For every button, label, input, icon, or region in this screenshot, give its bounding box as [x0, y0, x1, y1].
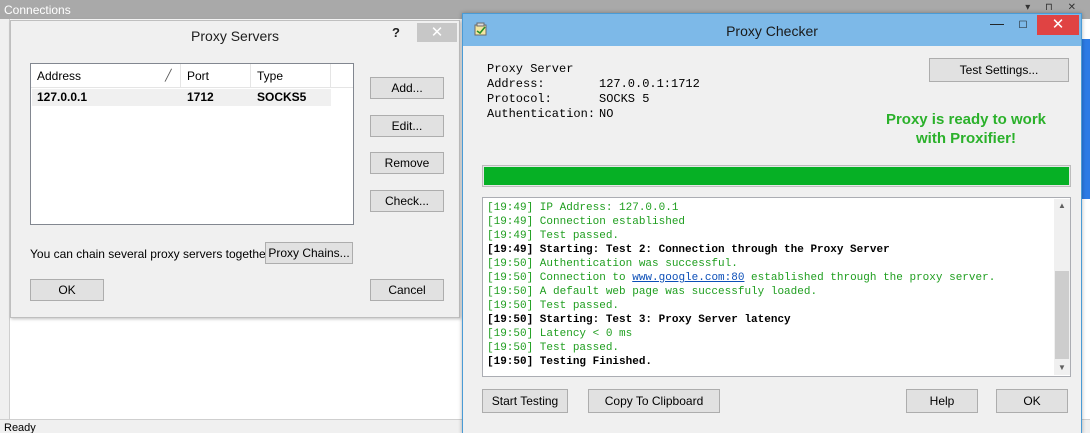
log-line: [19:49] Connection established — [487, 216, 686, 228]
log-line: [19:50] Latency < 0 ms — [487, 328, 633, 340]
address-label: Address: — [487, 77, 545, 91]
protocol-value: SOCKS 5 — [599, 92, 650, 106]
column-header-port[interactable]: Port — [181, 64, 251, 88]
log-line: [19:49] Starting: Test 2: Connection thr… — [487, 244, 890, 256]
help-button[interactable]: Help — [906, 389, 978, 413]
progress-fill — [484, 167, 1069, 185]
table-row[interactable]: 127.0.0.1 1712 SOCKS5 — [32, 89, 331, 106]
ready-message-line-2: with Proxifier! — [915, 130, 1016, 147]
ok-button[interactable]: OK — [996, 389, 1068, 413]
ready-message: Proxy is ready to work with Proxifier! — [851, 110, 1081, 148]
connections-left-pane — [0, 19, 10, 419]
close-icon[interactable]: ✕ — [417, 23, 457, 42]
connections-title: Connections — [4, 3, 71, 17]
log-lines: [19:49] IP Address: 127.0.0.1 [19:49] Con… — [487, 201, 995, 369]
proxy-info-block: Proxy Server Address: 127.0.0.1:1712 Prot… — [487, 62, 700, 122]
log-line: [19:50] Testing Finished. — [487, 356, 653, 368]
log-line: [19:49] IP Address: 127.0.0.1 — [487, 202, 679, 214]
log-line: [19:50] Starting: Test 3: Proxy Server l… — [487, 314, 791, 326]
column-header-type-label: Type — [257, 69, 284, 83]
address-value: 127.0.0.1:1712 — [599, 77, 700, 91]
maximize-icon[interactable]: ☐ — [1010, 18, 1036, 34]
log-line-text: [19:50] Connection to — [487, 272, 633, 284]
close-icon[interactable]: ✕ — [1037, 15, 1079, 35]
log-line: [19:50] Test passed. — [487, 300, 620, 312]
log-link[interactable]: www.google.com:80 — [632, 272, 744, 284]
column-header-address-label: Address — [37, 69, 82, 83]
row-type: SOCKS5 — [257, 90, 307, 104]
minimize-icon[interactable]: — — [984, 16, 1010, 34]
test-progress-bar — [482, 165, 1071, 187]
start-testing-button[interactable]: Start Testing — [482, 389, 568, 413]
proxy-server-list[interactable]: Address ╱ Port Type 127.0.0.1 1712 SOCKS… — [30, 63, 354, 225]
log-line: [19:50] A default web page was successfu… — [487, 286, 818, 298]
row-port: 1712 — [187, 90, 214, 104]
proxy-checker-dialog: Proxy Checker — ☐ ✕ Proxy Server Address… — [462, 13, 1082, 433]
test-settings-button[interactable]: Test Settings... — [929, 58, 1069, 82]
proxy-chains-button[interactable]: Proxy Chains... — [265, 242, 353, 264]
status-text: Ready — [4, 422, 36, 433]
check-button[interactable]: Check... — [370, 190, 444, 212]
test-log[interactable]: [19:49] IP Address: 127.0.0.1 [19:49] Con… — [482, 197, 1071, 377]
ok-button[interactable]: OK — [30, 279, 104, 301]
log-line: [19:50] Authentication was successful. — [487, 258, 738, 270]
proxy-info-heading: Proxy Server — [487, 62, 574, 76]
column-header-port-label: Port — [187, 69, 210, 83]
scroll-up-icon[interactable]: ▲ — [1054, 199, 1070, 213]
row-address: 127.0.0.1 — [37, 90, 88, 104]
proxy-checker-titlebar: Proxy Checker — ☐ ✕ — [463, 14, 1081, 46]
column-header-type[interactable]: Type — [251, 64, 331, 88]
log-line: [19:50] Test passed. — [487, 342, 620, 354]
protocol-label: Protocol: — [487, 92, 552, 106]
log-scrollbar[interactable]: ▲ ▼ — [1054, 199, 1070, 375]
proxy-servers-dialog: Proxy Servers ? ✕ Address ╱ Port Type 12… — [10, 20, 460, 318]
edit-button[interactable]: Edit... — [370, 115, 444, 137]
log-line: [19:50] Connection to www.google.com:80 … — [487, 271, 995, 285]
scroll-thumb[interactable] — [1055, 271, 1069, 359]
list-header: Address ╱ Port Type — [31, 64, 353, 88]
ready-message-line-1: Proxy is ready to work — [885, 111, 1047, 128]
column-header-address[interactable]: Address ╱ — [31, 64, 181, 88]
remove-button[interactable]: Remove — [370, 152, 444, 174]
log-line-text: established through the proxy server. — [744, 272, 996, 284]
authentication-label: Authentication: — [487, 107, 596, 121]
help-icon[interactable]: ? — [392, 25, 400, 40]
add-button[interactable]: Add... — [370, 77, 444, 99]
sort-indicator-icon: ╱ — [165, 70, 172, 82]
scroll-down-icon[interactable]: ▼ — [1054, 361, 1070, 375]
chain-description: You can chain several proxy servers toge… — [30, 247, 274, 261]
copy-to-clipboard-button[interactable]: Copy To Clipboard — [588, 389, 720, 413]
cancel-button[interactable]: Cancel — [370, 279, 444, 301]
connections-window-controls[interactable]: ▾ ⊓ ✕ — [1025, 2, 1082, 13]
proxy-servers-titlebar: Proxy Servers ? ✕ — [11, 21, 459, 49]
authentication-value: NO — [599, 107, 614, 121]
log-line: [19:49] Test passed. — [487, 230, 620, 242]
